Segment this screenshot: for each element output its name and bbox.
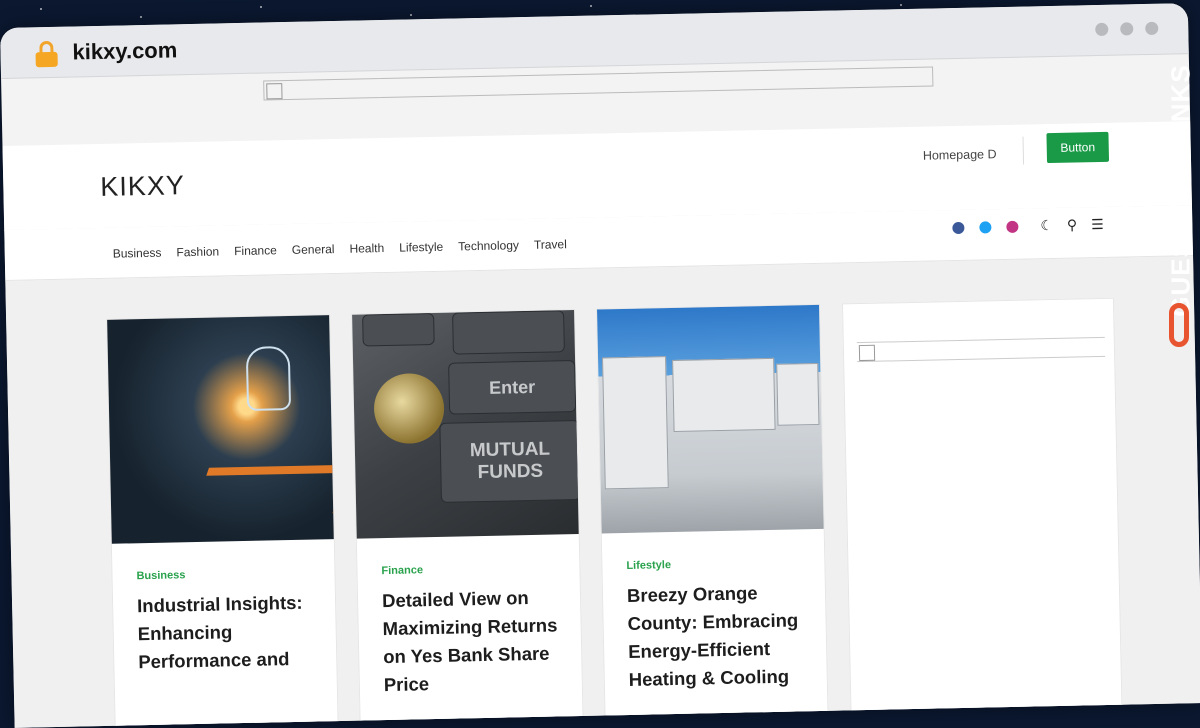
nav-link-technology[interactable]: Technology [458, 238, 519, 253]
article-title[interactable]: Breezy Orange County: Embracing Energy-E… [627, 578, 809, 694]
twitter-icon[interactable] [979, 221, 992, 234]
article-card[interactable]: Lifestyle Breezy Orange County: Embracin… [596, 303, 829, 728]
browser-toolbar: kikxy.com [0, 3, 1189, 79]
menu-icon[interactable]: ☰ [1091, 216, 1104, 233]
nav-link-fashion[interactable]: Fashion [176, 244, 219, 259]
nav-link-business[interactable]: Business [113, 246, 162, 261]
search-icon[interactable]: ⚲ [1067, 216, 1078, 233]
article-image-keyboard[interactable]: Enter MUTUAL FUNDS [352, 310, 579, 539]
hvac-unit [602, 356, 669, 490]
article-title[interactable]: Detailed View on Maximizing Returns on Y… [382, 583, 564, 699]
homepage-link[interactable]: Homepage D [923, 147, 997, 163]
instagram-icon[interactable] [1006, 220, 1019, 233]
window-dot-icon[interactable] [1120, 22, 1134, 36]
window-dot-icon[interactable] [1145, 21, 1159, 36]
nav-link-health[interactable]: Health [349, 241, 384, 256]
enter-key: Enter [448, 360, 577, 415]
dark-mode-icon[interactable]: ☾ [1040, 217, 1053, 234]
nav-link-lifestyle[interactable]: Lifestyle [399, 240, 443, 255]
window-dot-icon[interactable] [1095, 22, 1109, 37]
article-category[interactable]: Business [136, 569, 185, 582]
nav-link-general[interactable]: General [292, 242, 335, 257]
article-image-hvac[interactable] [597, 304, 824, 534]
article-title[interactable]: Industrial Insights: Enhancing Performan… [137, 588, 319, 676]
watermark-text: GUESTPOSTLINKS [1165, 64, 1196, 317]
keyboard-key [452, 310, 565, 355]
broken-image-icon [858, 344, 876, 362]
browser-window: kikxy.com KIKXY Homepage D Button Busine… [0, 3, 1200, 728]
article-category[interactable]: Lifestyle [626, 559, 671, 572]
article-category[interactable]: Finance [381, 564, 423, 577]
article-card[interactable]: Business Industrial Insights: Enhancing … [106, 314, 339, 728]
banner-ad-placeholder[interactable] [263, 66, 934, 101]
site-logo[interactable]: KIKXY [100, 170, 185, 203]
lightbulb-graphic [245, 346, 292, 411]
hvac-unit [672, 357, 776, 432]
mutual-funds-key: MUTUAL FUNDS [439, 419, 579, 503]
arrow-graphic [192, 464, 334, 517]
hvac-unit [776, 362, 820, 426]
bull-figurine [373, 372, 445, 445]
address-bar-url[interactable]: kikxy.com [72, 37, 177, 65]
article-image-lightbulb[interactable] [107, 315, 334, 544]
sidebar-ad-placeholder[interactable] [856, 336, 1106, 363]
lock-icon [35, 40, 58, 68]
guestpostlinks-watermark: GUESTPOSTLINKS [1163, 55, 1197, 355]
link-logo-icon [1169, 303, 1189, 347]
broken-image-icon [266, 83, 283, 100]
window-controls [1095, 21, 1159, 37]
article-card[interactable]: Enter MUTUAL FUNDS Finance Detailed View… [351, 309, 584, 728]
nav-link-travel[interactable]: Travel [534, 237, 567, 252]
header-divider [1022, 136, 1025, 165]
header-button[interactable]: Button [1046, 131, 1110, 164]
main-content: Business Industrial Insights: Enhancing … [5, 256, 1200, 728]
nav-link-finance[interactable]: Finance [234, 243, 277, 258]
sidebar-widget [841, 297, 1123, 726]
keyboard-key [362, 312, 435, 347]
facebook-icon[interactable] [952, 221, 965, 235]
